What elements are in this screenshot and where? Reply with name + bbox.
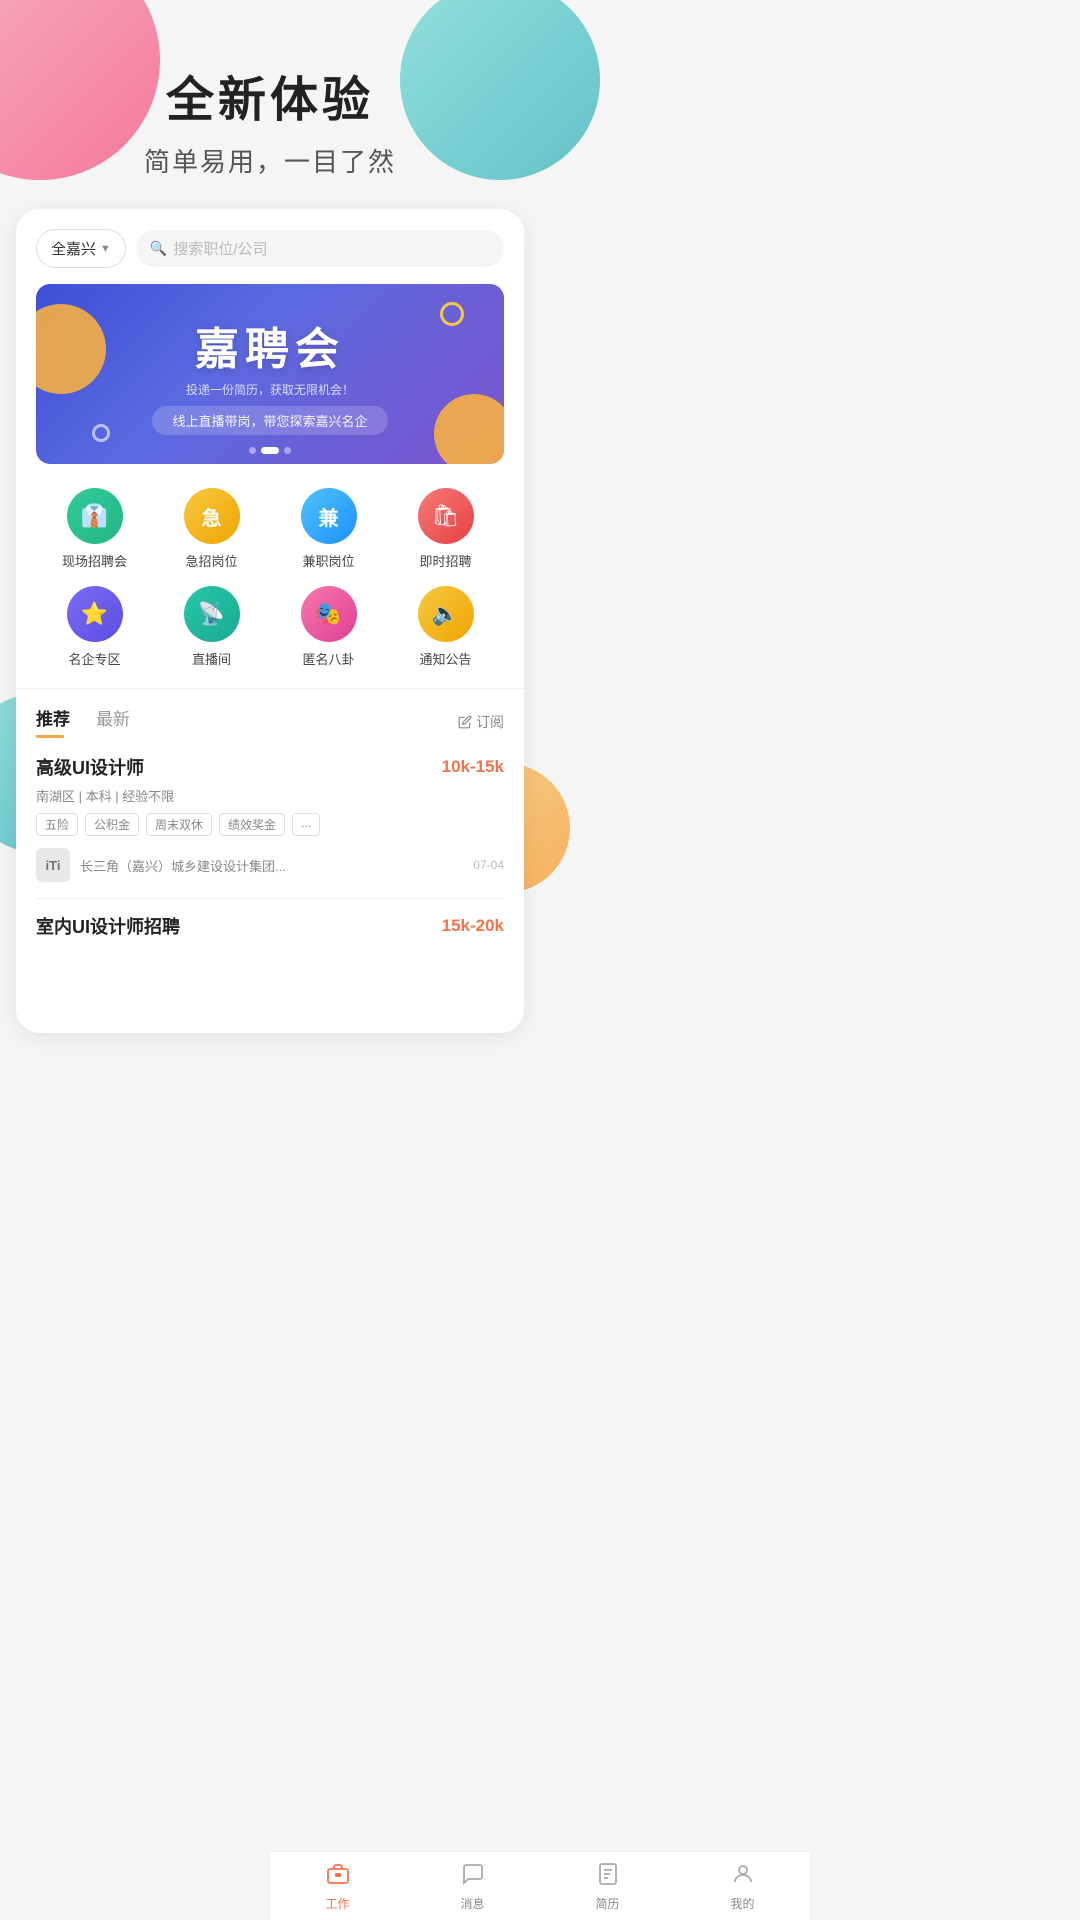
nav-label-resume: 简历 <box>595 1895 619 1912</box>
card-bottom-space <box>36 953 504 1033</box>
icon-item-elite[interactable]: ⭐ 名企专区 <box>36 586 153 668</box>
nav-label-work: 工作 <box>325 1895 349 1912</box>
icon-label-parttime: 兼职岗位 <box>302 551 354 570</box>
tab-recommended[interactable]: 推荐 <box>36 705 80 738</box>
icon-item-parttime[interactable]: 兼 兼职岗位 <box>270 488 387 570</box>
job-salary-1: 10k-15k <box>442 757 504 777</box>
job-salary-2: 15k-20k <box>442 916 504 936</box>
mine-icon <box>731 1862 755 1892</box>
banner-dot-2 <box>261 447 279 454</box>
banner-deco-right <box>434 394 504 464</box>
job-title-row-1: 高级UI设计师 10k-15k <box>36 754 504 780</box>
main-card: 全嘉兴 ▼ 🔍 搜索职位/公司 嘉聘会 投递一份简历，获取无限机会！ 线上直播带… <box>16 209 524 1033</box>
tag-4: 绩效奖金 <box>219 813 285 836</box>
hero-title: 全新体验 <box>20 60 520 130</box>
job-meta-1: 南湖区 | 本科 | 经验不限 <box>36 786 504 805</box>
company-row-1: iTi 长三角（嘉兴）城乡建设设计集团... 07-04 <box>36 848 504 882</box>
location-text: 全嘉兴 <box>51 238 96 259</box>
icon-label-onsite: 现场招聘会 <box>62 551 127 570</box>
icon-elite: ⭐ <box>67 586 123 642</box>
job-tags-1: 五险 公积金 周末双休 绩效奖金 ... <box>36 813 504 836</box>
divider-1 <box>16 688 524 689</box>
tag-2: 公积金 <box>85 813 139 836</box>
job-title-1: 高级UI设计师 <box>36 754 144 780</box>
banner-deco-left <box>36 304 106 394</box>
icon-onsite: 👔 <box>67 488 123 544</box>
icon-item-notice[interactable]: 🔈 通知公告 <box>387 586 504 668</box>
icon-item-urgent[interactable]: 急 急招岗位 <box>153 488 270 570</box>
icon-item-onsite[interactable]: 👔 现场招聘会 <box>36 488 153 570</box>
icon-parttime: 兼 <box>301 488 357 544</box>
bottom-nav: 工作 消息 简历 我的 <box>270 1851 810 1920</box>
icon-grid: 👔 现场招聘会 急 急招岗位 兼 兼职岗位 🛍 即时招聘 ⭐ 名企专区 📡 直播… <box>36 488 504 668</box>
icon-label-live: 直播间 <box>192 649 231 668</box>
icon-item-gossip[interactable]: 🎭 匿名八卦 <box>270 586 387 668</box>
icon-instant: 🛍 <box>418 488 474 544</box>
nav-item-resume[interactable]: 简历 <box>540 1852 675 1920</box>
search-row: 全嘉兴 ▼ 🔍 搜索职位/公司 <box>36 229 504 268</box>
chevron-down-icon: ▼ <box>100 243 111 255</box>
tag-1: 五险 <box>36 813 78 836</box>
banner-deco-ring <box>440 302 464 326</box>
company-logo-1: iTi <box>36 848 70 882</box>
icon-notice: 🔈 <box>418 586 474 642</box>
banner-dots <box>249 447 291 454</box>
messages-icon <box>461 1862 485 1892</box>
nav-label-messages: 消息 <box>460 1895 484 1912</box>
icon-label-elite: 名企专区 <box>68 649 120 668</box>
tag-more: ... <box>292 813 320 836</box>
banner[interactable]: 嘉聘会 投递一份简历，获取无限机会！ 线上直播带岗，带您探索嘉兴名企 <box>36 284 504 464</box>
job-card-2-partial[interactable]: 室内UI设计师招聘 15k-20k <box>36 913 504 953</box>
nav-label-mine: 我的 <box>730 1895 754 1912</box>
banner-title: 嘉聘会 <box>195 313 345 377</box>
icon-gossip: 🎭 <box>301 586 357 642</box>
search-bar[interactable]: 🔍 搜索职位/公司 <box>136 230 504 267</box>
nav-item-messages[interactable]: 消息 <box>405 1852 540 1920</box>
tag-3: 周末双休 <box>146 813 212 836</box>
banner-tagline: 投递一份简历，获取无限机会！ <box>186 381 354 398</box>
search-placeholder: 搜索职位/公司 <box>173 238 267 259</box>
resume-icon <box>596 1862 620 1892</box>
company-name-1: 长三角（嘉兴）城乡建设设计集团... <box>80 856 463 875</box>
company-date-1: 07-04 <box>473 858 504 872</box>
banner-dot-1 <box>249 447 256 454</box>
job-card-1[interactable]: 高级UI设计师 10k-15k 南湖区 | 本科 | 经验不限 五险 公积金 周… <box>36 754 504 899</box>
edit-icon <box>458 715 472 729</box>
subscribe-button[interactable]: 订阅 <box>458 712 504 732</box>
icon-label-gossip: 匿名八卦 <box>302 649 354 668</box>
icon-label-urgent: 急招岗位 <box>185 551 237 570</box>
location-selector[interactable]: 全嘉兴 ▼ <box>36 229 126 268</box>
hero-subtitle: 简单易用，一目了然 <box>20 142 520 179</box>
tab-row: 推荐 最新 订阅 <box>36 705 504 738</box>
icon-urgent: 急 <box>184 488 240 544</box>
icon-label-notice: 通知公告 <box>419 649 471 668</box>
icon-item-instant[interactable]: 🛍 即时招聘 <box>387 488 504 570</box>
search-icon: 🔍 <box>150 240 167 257</box>
banner-deco-ring2 <box>92 424 110 442</box>
tab-latest[interactable]: 最新 <box>96 705 140 738</box>
banner-subtext: 线上直播带岗，带您探索嘉兴名企 <box>152 406 387 435</box>
work-icon <box>326 1862 350 1892</box>
subscribe-label: 订阅 <box>476 712 504 732</box>
icon-label-instant: 即时招聘 <box>419 551 471 570</box>
banner-dot-3 <box>284 447 291 454</box>
hero-section: 全新体验 简单易用，一目了然 <box>0 0 540 209</box>
job-title-2: 室内UI设计师招聘 <box>36 913 180 939</box>
job-title-row-2: 室内UI设计师招聘 15k-20k <box>36 913 504 939</box>
nav-item-work[interactable]: 工作 <box>270 1852 405 1920</box>
icon-item-live[interactable]: 📡 直播间 <box>153 586 270 668</box>
nav-item-mine[interactable]: 我的 <box>675 1852 810 1920</box>
icon-live: 📡 <box>184 586 240 642</box>
